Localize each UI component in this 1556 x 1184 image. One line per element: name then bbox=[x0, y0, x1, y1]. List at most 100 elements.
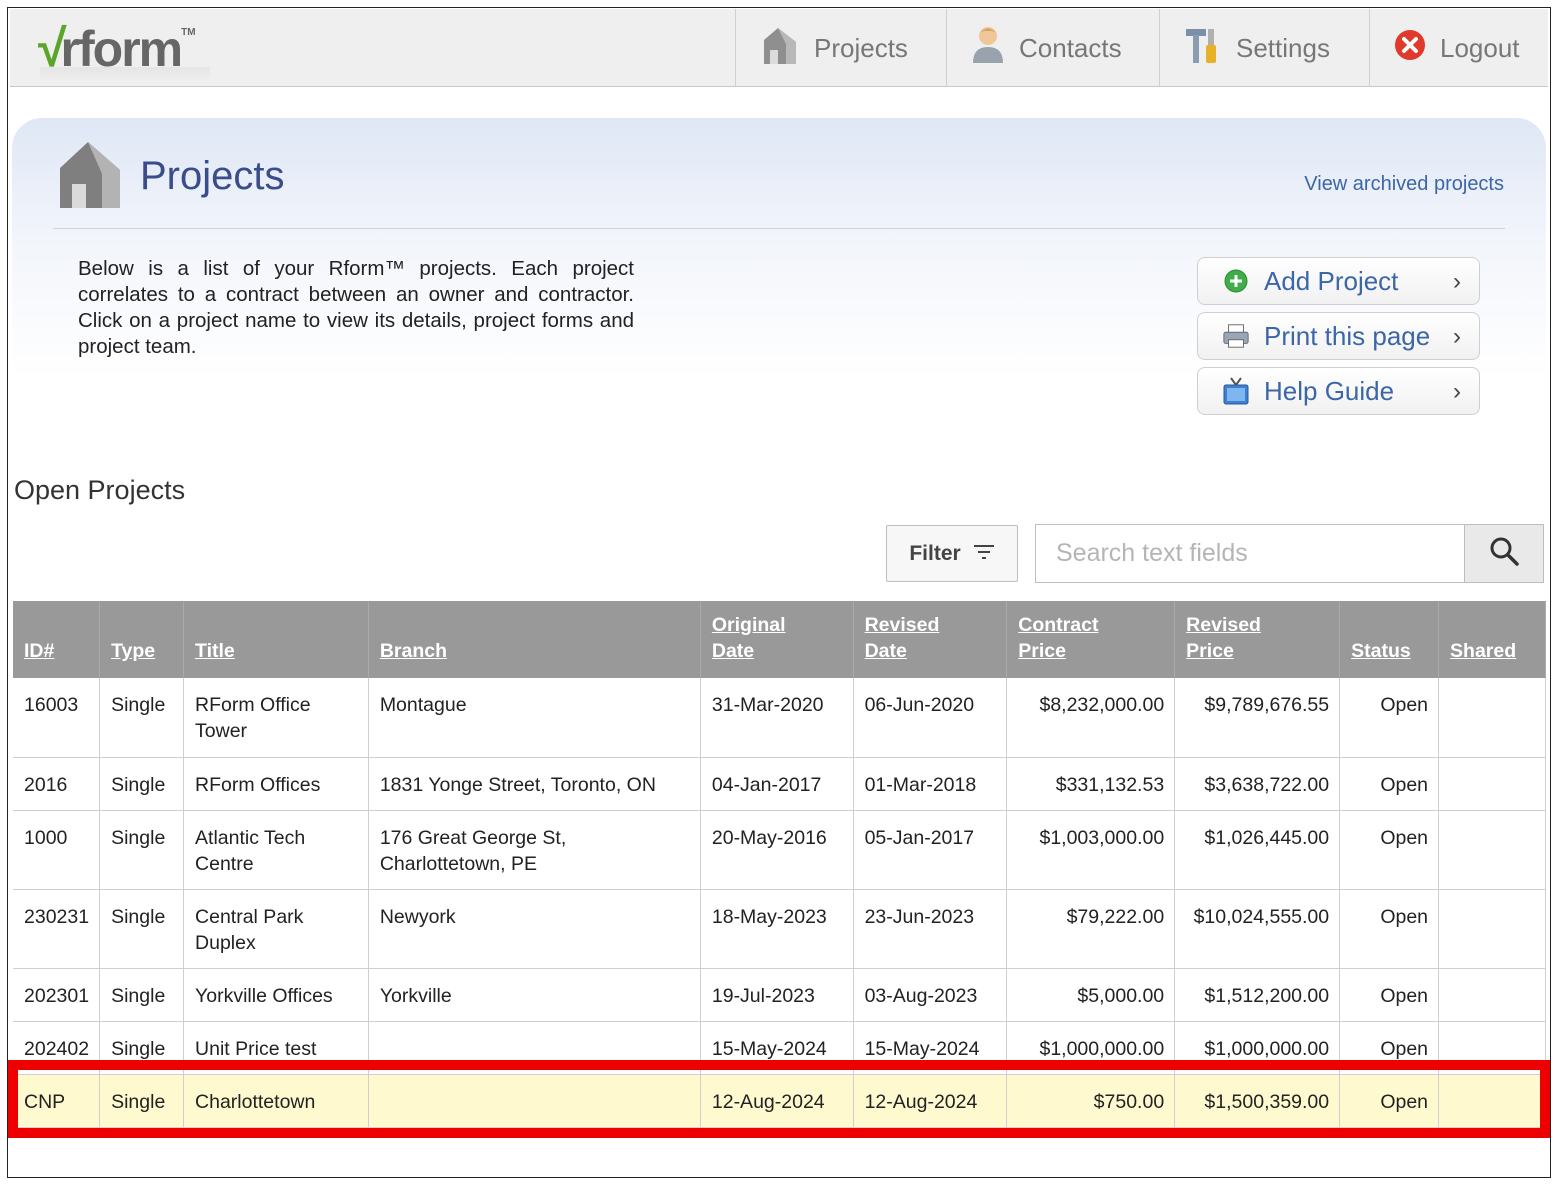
nav-logout-label: Logout bbox=[1440, 32, 1520, 63]
column-header-original-date[interactable]: Original Date bbox=[700, 601, 854, 678]
cell-type: Single bbox=[99, 678, 185, 758]
tools-icon bbox=[1184, 25, 1222, 72]
logo-reflection bbox=[40, 67, 210, 81]
house-icon bbox=[58, 140, 124, 217]
column-header-title[interactable]: Title bbox=[183, 601, 369, 678]
projects-table: ID# Type Title Branch Original Date Revis… bbox=[13, 601, 1546, 1128]
table-row-highlighted[interactable]: CNP Single Charlottetown 12-Aug-2024 12-… bbox=[13, 1074, 1546, 1128]
cell-revised-price: $3,638,722.00 bbox=[1174, 757, 1341, 811]
cell-shared bbox=[1438, 810, 1546, 890]
search-input[interactable] bbox=[1035, 524, 1465, 583]
person-icon bbox=[971, 25, 1005, 72]
help-guide-label: Help Guide bbox=[1264, 375, 1395, 406]
cell-type: Single bbox=[99, 1021, 185, 1075]
top-nav-bar: √rformTM Projects Contacts Settings Logo… bbox=[10, 9, 1548, 87]
add-project-button[interactable]: Add Project › bbox=[1197, 257, 1480, 305]
cell-revised-date: 23-Jun-2023 bbox=[853, 889, 1008, 969]
printer-icon bbox=[1222, 322, 1250, 350]
nav-settings[interactable]: Settings bbox=[1159, 9, 1369, 87]
cell-status: Open bbox=[1339, 810, 1440, 890]
nav-projects-label: Projects bbox=[814, 32, 908, 63]
cell-revised-price: $1,500,359.00 bbox=[1174, 1074, 1341, 1128]
chevron-right-icon: › bbox=[1453, 323, 1461, 350]
open-projects-heading: Open Projects bbox=[14, 475, 186, 505]
column-header-status[interactable]: Status bbox=[1339, 601, 1440, 678]
cell-status: Open bbox=[1339, 757, 1440, 811]
page-title: Projects bbox=[140, 154, 285, 198]
cell-title-link[interactable]: RForm Offices bbox=[183, 757, 369, 811]
column-header-revised-price[interactable]: Revised Price bbox=[1174, 601, 1341, 678]
cell-original-date: 31-Mar-2020 bbox=[700, 678, 854, 758]
cell-type: Single bbox=[99, 968, 185, 1022]
cell-type: Single bbox=[99, 1074, 185, 1128]
search-button[interactable] bbox=[1464, 524, 1544, 583]
close-circle-icon bbox=[1394, 29, 1426, 68]
filter-label: Filter bbox=[909, 541, 961, 565]
cell-id: 202402 bbox=[13, 1021, 101, 1075]
table-row[interactable]: 202402 Single Unit Price test 15-May-202… bbox=[13, 1021, 1546, 1075]
print-page-button[interactable]: Print this page › bbox=[1197, 312, 1480, 360]
table-header-row: ID# Type Title Branch Original Date Revis… bbox=[13, 601, 1546, 678]
cell-status: Open bbox=[1339, 889, 1440, 969]
column-header-shared[interactable]: Shared bbox=[1438, 601, 1546, 678]
cell-revised-price: $1,512,200.00 bbox=[1174, 968, 1341, 1022]
add-project-label: Add Project bbox=[1264, 265, 1399, 296]
cell-original-date: 18-May-2023 bbox=[700, 889, 854, 969]
cell-id: 202301 bbox=[13, 968, 101, 1022]
column-header-type[interactable]: Type bbox=[99, 601, 185, 678]
cell-contract-price: $79,222.00 bbox=[1006, 889, 1176, 969]
table-row[interactable]: 230231 Single Central Park Duplex Newyor… bbox=[13, 889, 1546, 969]
column-header-id[interactable]: ID# bbox=[13, 601, 101, 678]
cell-shared bbox=[1438, 889, 1546, 969]
cell-title-link[interactable]: Atlantic Tech Centre bbox=[183, 810, 369, 890]
cell-id: 16003 bbox=[13, 678, 101, 758]
cell-title-link[interactable]: Central Park Duplex bbox=[183, 889, 369, 969]
column-header-revised-date[interactable]: Revised Date bbox=[853, 601, 1008, 678]
cell-shared bbox=[1438, 1021, 1546, 1075]
cell-id: 230231 bbox=[13, 889, 101, 969]
nav-contacts-label: Contacts bbox=[1019, 32, 1122, 63]
cell-title-link[interactable]: Unit Price test bbox=[183, 1021, 369, 1075]
cell-contract-price: $1,003,000.00 bbox=[1006, 810, 1176, 890]
table-row[interactable]: 202301 Single Yorkville Offices Yorkvill… bbox=[13, 968, 1546, 1022]
nav-projects[interactable]: Projects bbox=[735, 9, 946, 87]
cell-revised-date: 03-Aug-2023 bbox=[853, 968, 1008, 1022]
cell-original-date: 12-Aug-2024 bbox=[700, 1074, 854, 1128]
cell-branch bbox=[368, 1074, 701, 1128]
cell-status: Open bbox=[1339, 1021, 1440, 1075]
cell-id: CNP bbox=[13, 1074, 101, 1128]
filter-lines-icon bbox=[973, 542, 995, 566]
cell-title-link[interactable]: RForm Office Tower bbox=[183, 678, 369, 758]
column-header-branch[interactable]: Branch bbox=[368, 601, 701, 678]
table-row[interactable]: 2016 Single RForm Offices 1831 Yonge Str… bbox=[13, 757, 1546, 811]
cell-revised-price: $1,000,000.00 bbox=[1174, 1021, 1341, 1075]
header-divider bbox=[53, 228, 1505, 229]
cell-shared bbox=[1438, 757, 1546, 811]
cell-revised-date: 06-Jun-2020 bbox=[853, 678, 1008, 758]
view-archived-projects-link[interactable]: View archived projects bbox=[1304, 173, 1504, 196]
house-icon bbox=[760, 24, 800, 73]
cell-contract-price: $750.00 bbox=[1006, 1074, 1176, 1128]
cell-branch: 1831 Yonge Street, Toronto, ON bbox=[368, 757, 701, 811]
cell-shared bbox=[1438, 678, 1546, 758]
cell-id: 2016 bbox=[13, 757, 101, 811]
nav-settings-label: Settings bbox=[1236, 32, 1330, 63]
help-guide-button[interactable]: Help Guide › bbox=[1197, 367, 1480, 415]
nav-contacts[interactable]: Contacts bbox=[946, 9, 1159, 87]
page-description: Below is a list of your Rform™ projects.… bbox=[78, 257, 634, 358]
cell-type: Single bbox=[99, 757, 185, 811]
nav-logout[interactable]: Logout bbox=[1369, 9, 1548, 87]
tv-icon bbox=[1222, 376, 1250, 406]
chevron-right-icon: › bbox=[1453, 378, 1461, 405]
cell-revised-price: $10,024,555.00 bbox=[1174, 889, 1341, 969]
cell-title-link[interactable]: Yorkville Offices bbox=[183, 968, 369, 1022]
column-header-contract-price[interactable]: Contract Price bbox=[1006, 601, 1176, 678]
table-row[interactable]: 1000 Single Atlantic Tech Centre 176 Gre… bbox=[13, 810, 1546, 890]
cell-contract-price: $5,000.00 bbox=[1006, 968, 1176, 1022]
cell-title-link[interactable]: Charlottetown bbox=[183, 1074, 369, 1128]
cell-type: Single bbox=[99, 810, 185, 890]
cell-original-date: 15-May-2024 bbox=[700, 1021, 854, 1075]
filter-button[interactable]: Filter bbox=[886, 525, 1018, 582]
chevron-right-icon: › bbox=[1453, 268, 1461, 295]
table-row[interactable]: 16003 Single RForm Office Tower Montague… bbox=[13, 678, 1546, 758]
